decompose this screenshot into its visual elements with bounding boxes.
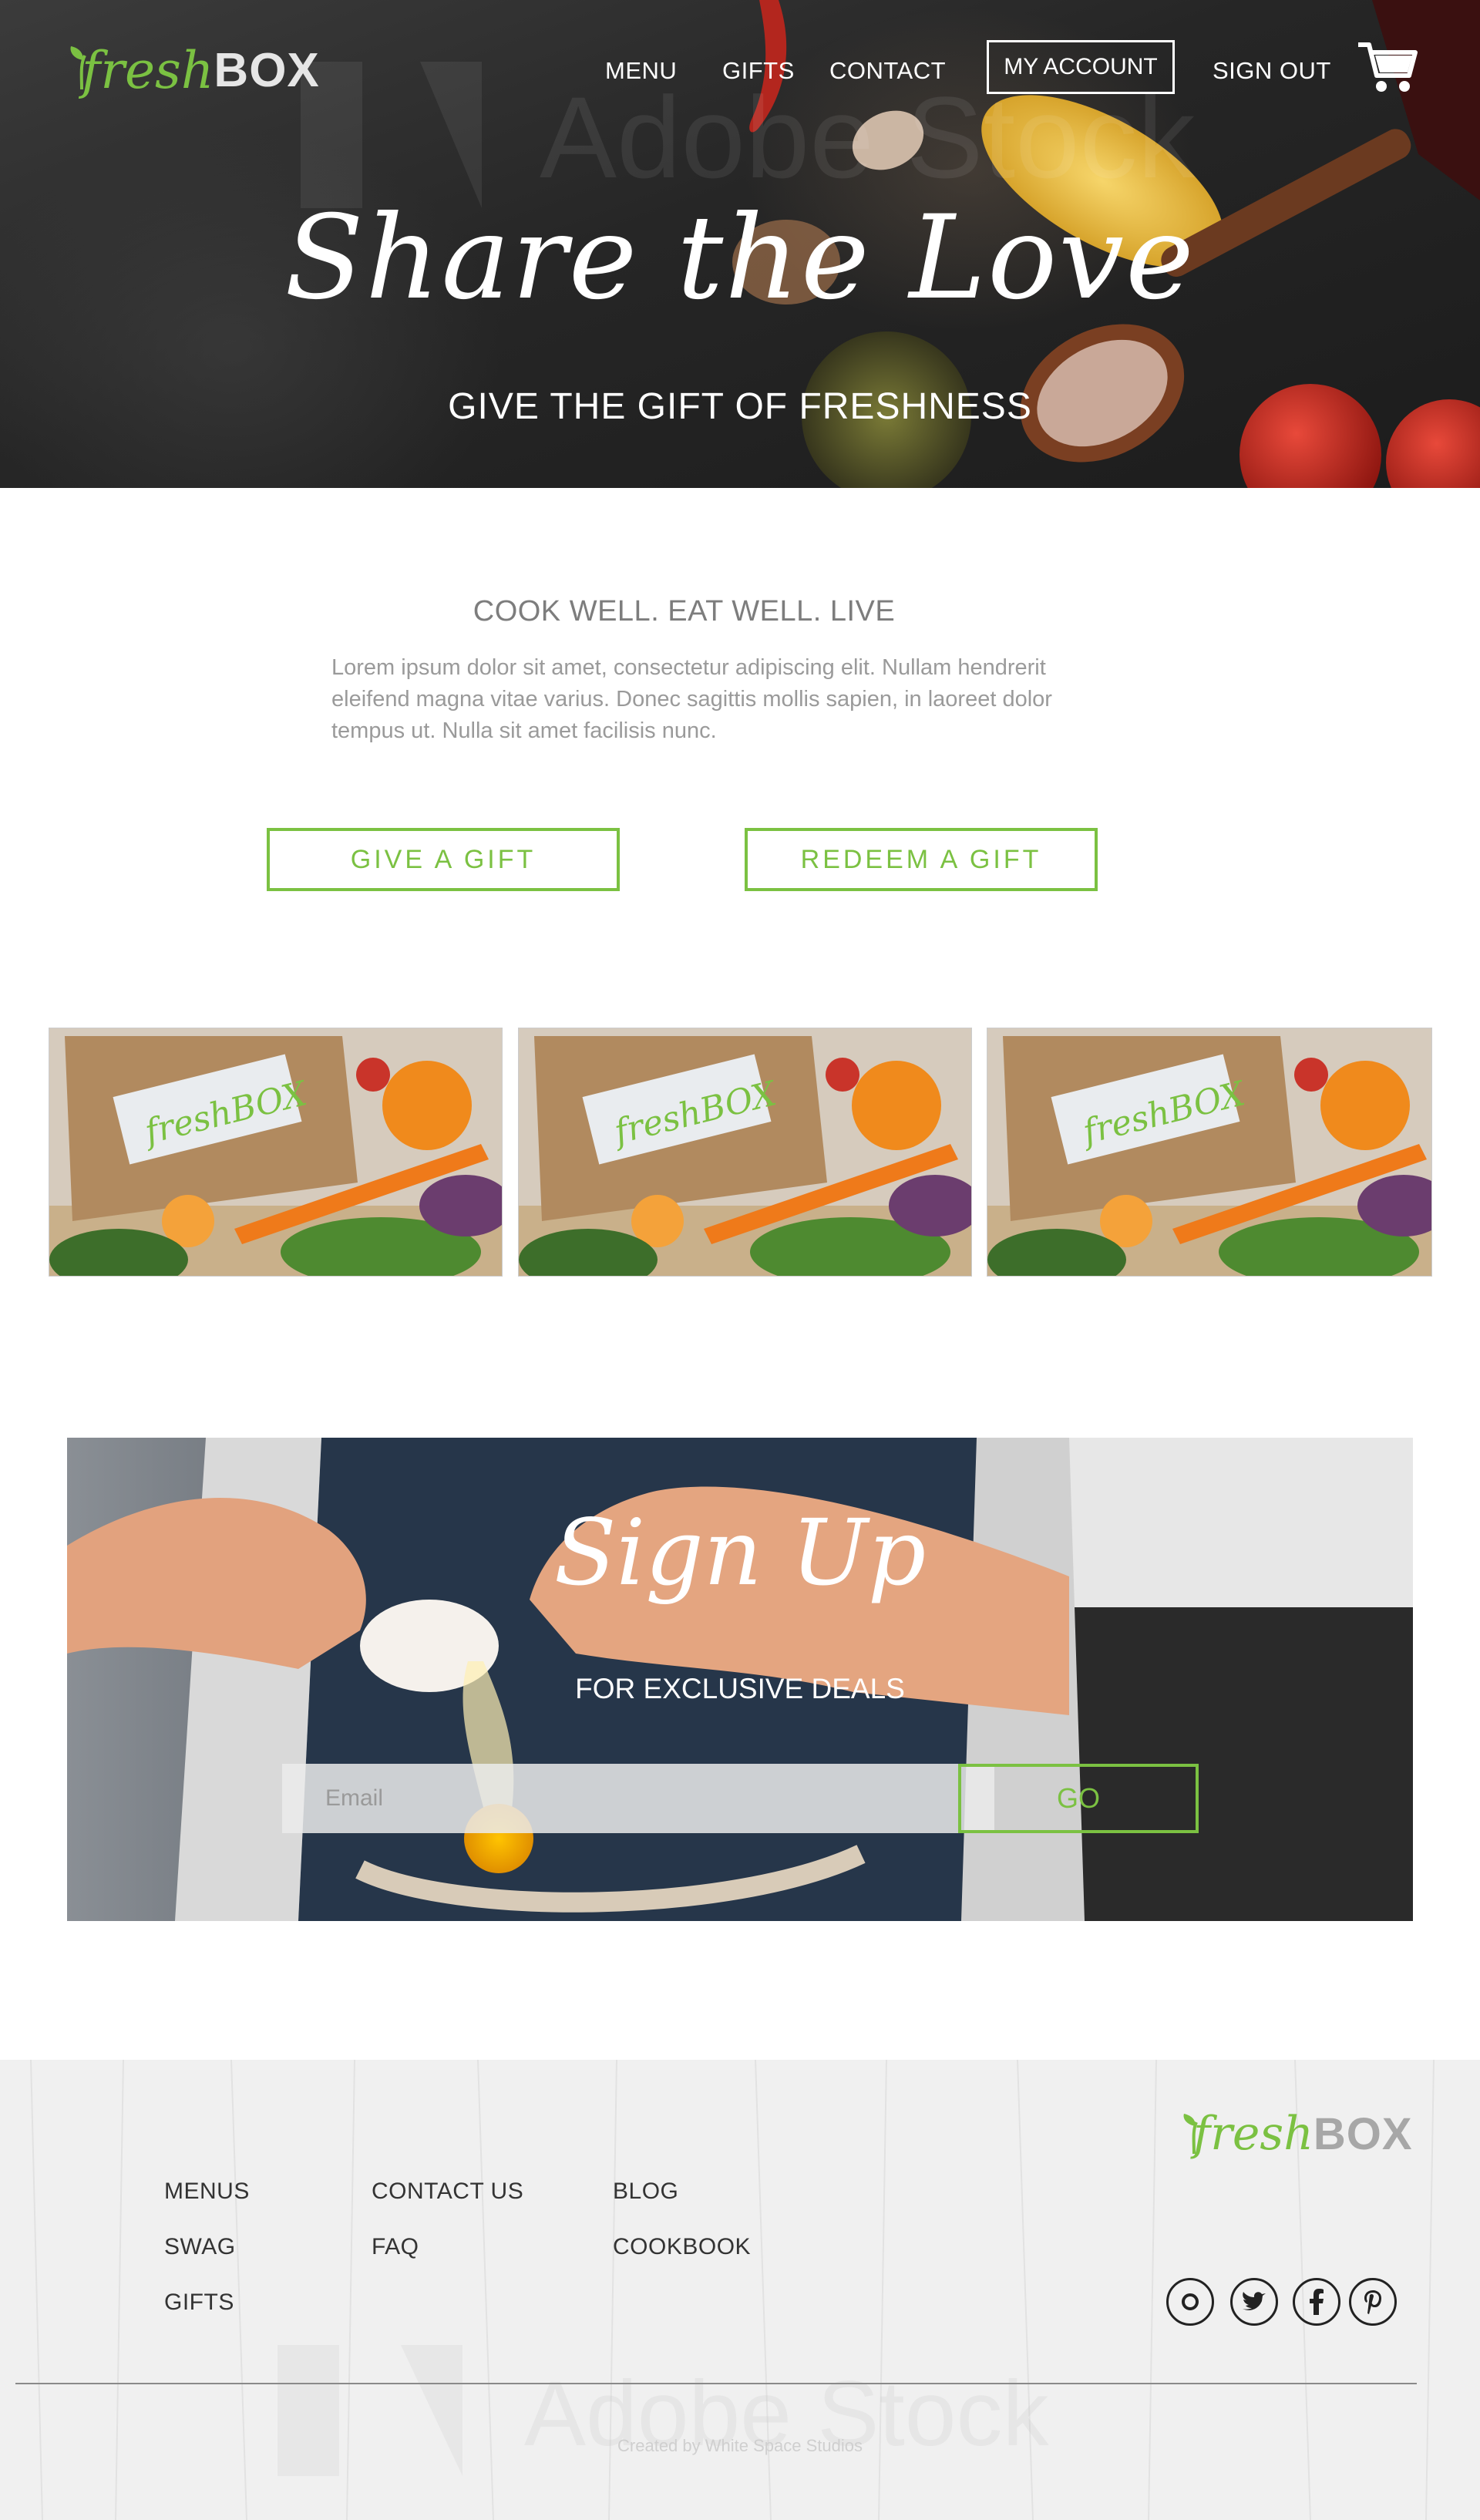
pinterest-icon[interactable]	[1349, 2278, 1397, 2326]
main-nav: MENU GIFTS CONTACT MY ACCOUNT SIGN OUT	[601, 40, 1434, 102]
intro-title: COOK WELL. EAT WELL. LIVE	[473, 595, 896, 627]
gallery-photo-2: freshBOX	[518, 1028, 972, 1277]
produce-box-image: freshBOX	[49, 1028, 502, 1276]
logo-fresh-text: fresh	[82, 40, 214, 100]
logo-box-text: BOX	[1313, 2108, 1413, 2159]
produce-box-image: freshBOX	[519, 1028, 971, 1276]
gallery-photo-3: freshBOX	[987, 1028, 1432, 1277]
facebook-icon[interactable]	[1293, 2278, 1340, 2326]
twitter-icon[interactable]	[1230, 2278, 1278, 2326]
footer-link-swag[interactable]: SWAG	[164, 2234, 236, 2260]
sprout-icon	[70, 46, 86, 90]
footer-divider	[15, 2383, 1417, 2384]
footer-link-faq[interactable]: FAQ	[372, 2234, 419, 2260]
sign-out-link[interactable]: SIGN OUT	[1213, 57, 1331, 85]
hero-script-heading: Share the Love	[284, 191, 1196, 325]
go-button[interactable]: GO	[958, 1764, 1199, 1833]
my-account-button[interactable]: MY ACCOUNT	[987, 40, 1175, 94]
signup-banner: Sign Up FOR EXCLUSIVE DEALS GO	[67, 1438, 1413, 1921]
footer-link-menus[interactable]: MENUS	[164, 2179, 250, 2205]
cart-icon[interactable]	[1357, 40, 1418, 96]
footer-link-contact-us[interactable]: CONTACT US	[372, 2179, 523, 2205]
footer-freshbox-logo[interactable]: fresh BOX	[1181, 2104, 1413, 2163]
signup-script-heading: Sign Up	[553, 1499, 927, 1606]
footer-credit: Created by White Space Studios	[617, 2436, 863, 2455]
gallery-photo-1: freshBOX	[49, 1028, 503, 1277]
hero-subtitle: GIVE THE GIFT OF FRESHNESS	[448, 386, 1032, 427]
give-a-gift-button[interactable]: GIVE A GIFT	[267, 828, 620, 891]
logo-box-text: BOX	[214, 43, 320, 97]
logo-fresh-text: fresh	[1193, 2107, 1314, 2161]
nav-menu[interactable]: MENU	[605, 57, 677, 85]
footer-link-cookbook[interactable]: COOKBOOK	[613, 2234, 751, 2260]
freshbox-logo[interactable]: fresh BOX	[68, 37, 320, 103]
redeem-a-gift-button[interactable]: REDEEM A GIFT	[745, 828, 1098, 891]
nav-contact[interactable]: CONTACT	[829, 57, 946, 85]
email-input[interactable]	[282, 1764, 994, 1833]
intro-body: Lorem ipsum dolor sit amet, consectetur …	[331, 655, 1052, 743]
produce-box-image: freshBOX	[987, 1028, 1431, 1276]
footer-link-gifts[interactable]: GIFTS	[164, 2290, 234, 2316]
sprout-icon	[1183, 2114, 1198, 2155]
signup-subtitle: FOR EXCLUSIVE DEALS	[575, 1673, 905, 1704]
instagram-icon[interactable]	[1166, 2278, 1214, 2326]
footer-link-blog[interactable]: BLOG	[613, 2179, 678, 2205]
nav-gifts[interactable]: GIFTS	[722, 57, 795, 85]
hero-banner: Adobe Stock fresh BOX MENU GIFTS CONTACT…	[0, 0, 1480, 488]
